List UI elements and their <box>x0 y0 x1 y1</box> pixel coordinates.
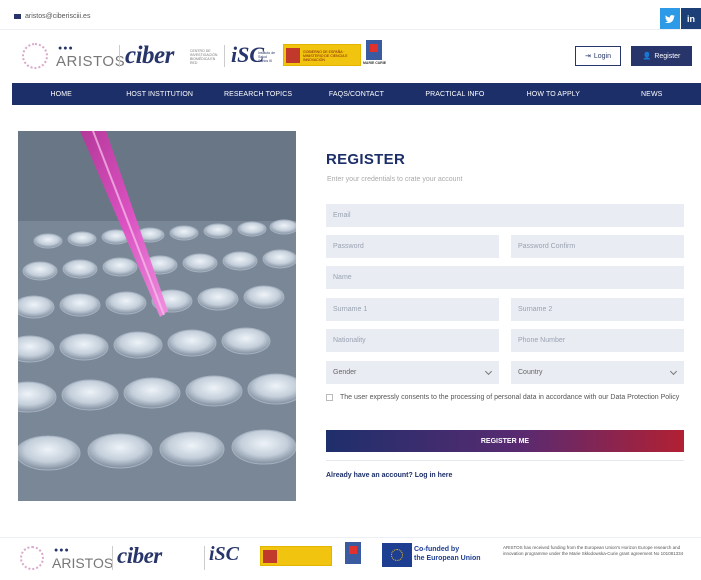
contact-email[interactable]: aristos@ciberisciii.es <box>14 13 90 20</box>
consent-label: The user expressly consents to the proce… <box>340 394 680 401</box>
footer-ministry-logo <box>260 546 332 566</box>
register-button[interactable]: 👤 Register <box>631 46 692 66</box>
cofunded-line-2: the European Union <box>414 555 481 562</box>
linkedin-icon[interactable]: in <box>681 8 701 29</box>
marie-curie-icon <box>366 40 382 60</box>
country-select[interactable]: Country <box>511 361 684 384</box>
eu-stars-icon <box>391 549 403 561</box>
country-select-value: Country <box>518 369 543 376</box>
spain-flag-icon <box>286 48 300 63</box>
logo-divider <box>112 546 113 570</box>
ministry-logo: GOBIERNO DE ESPAÑA · MINISTERIO DE CIENC… <box>283 44 361 66</box>
name-field[interactable]: Name <box>326 266 684 289</box>
logo-divider <box>204 546 205 570</box>
logo-divider <box>119 45 120 67</box>
surname1-field[interactable]: Surname 1 <box>326 298 499 321</box>
login-button-label: Login <box>593 52 611 60</box>
main-nav: HOME HOST INSTITUTION RESEARCH TOPICS FA… <box>12 83 701 105</box>
aristos-flower-icon <box>20 546 44 570</box>
cofunded-line-1: Co-funded by <box>414 546 460 553</box>
lab-pipette-photo <box>18 131 296 501</box>
login-icon: ⇥ <box>584 53 591 60</box>
mail-icon <box>14 14 21 19</box>
eu-flag-icon <box>382 543 412 567</box>
logo-divider <box>224 45 225 67</box>
cofunded-label: Co-funded by the European Union <box>414 545 481 563</box>
well-plate-illustration <box>18 131 296 501</box>
top-bar: aristos@ciberisciii.es in <box>0 8 701 30</box>
funding-note: ARISTOS has received funding from the Eu… <box>503 545 684 556</box>
password-confirm-field[interactable]: Password Confirm <box>511 235 684 258</box>
ministry-text: GOBIERNO DE ESPAÑA · MINISTERIO DE CIENC… <box>303 50 348 62</box>
surname2-field[interactable]: Surname 2 <box>511 298 684 321</box>
login-button[interactable]: ⇥ Login <box>575 46 621 66</box>
gender-select[interactable]: Gender <box>326 361 499 384</box>
ciber-subtitle: CENTRO DE INVESTIGACIÓN BIOMÉDICA EN RED <box>190 49 218 65</box>
nav-item-news[interactable]: NEWS <box>603 83 701 105</box>
page-subtitle: Enter your credentials to crate your acc… <box>327 176 463 183</box>
footer-aristos-logo: ARISTOS <box>52 555 114 571</box>
nav-item-practical-info[interactable]: PRACTICAL INFO <box>406 83 504 105</box>
password-field[interactable]: Password <box>326 235 499 258</box>
footer-ciber-logo: ciber <box>117 543 162 568</box>
register-button-label: Register <box>654 52 681 60</box>
spain-flag-icon <box>263 550 277 563</box>
nav-item-how-to-apply[interactable]: HOW TO APPLY <box>504 83 602 105</box>
aristos-dots-icon: ●●● <box>58 45 74 52</box>
consent-checkbox[interactable] <box>326 394 333 401</box>
site-header: ●●● ARISTOS ciber CENTRO DE INVESTIGACIÓ… <box>0 31 701 81</box>
chevron-down-icon <box>484 367 493 375</box>
isc-subtitle: Instituto de Salud Carlos III <box>258 51 276 63</box>
phone-field[interactable]: Phone Number <box>511 329 684 352</box>
nav-item-home[interactable]: HOME <box>12 83 110 105</box>
footer-isc-logo: iSC <box>209 543 240 565</box>
nav-item-host-institution[interactable]: HOST INSTITUTION <box>110 83 208 105</box>
aristos-logo[interactable]: ARISTOS <box>56 53 125 70</box>
page-title: REGISTER <box>326 151 406 168</box>
add-user-icon: 👤 <box>642 53 652 60</box>
footer-marie-curie-icon <box>345 542 361 564</box>
nav-item-research-topics[interactable]: RESEARCH TOPICS <box>209 83 307 105</box>
nationality-field[interactable]: Nationality <box>326 329 499 352</box>
register-me-button[interactable]: REGISTER ME <box>326 430 684 452</box>
gender-select-value: Gender <box>333 369 357 376</box>
site-footer: ●●● ARISTOS ciber iSC Co-funded by the E… <box>0 537 701 580</box>
email-field[interactable]: Email <box>326 204 684 227</box>
contact-email-text: aristos@ciberisciii.es <box>25 13 91 20</box>
aristos-flower-icon <box>22 43 48 69</box>
twitter-icon[interactable] <box>660 8 680 29</box>
ciber-logo[interactable]: ciber <box>125 42 174 70</box>
aristos-dots-icon: ●●● <box>54 547 70 554</box>
marie-curie-caption: MARIE CURIE <box>363 61 387 65</box>
login-link[interactable]: Already have an account? Log in here <box>326 472 452 479</box>
nav-item-faqs-contact[interactable]: FAQS/CONTACT <box>307 83 405 105</box>
chevron-down-icon <box>669 367 678 375</box>
divider <box>326 460 684 461</box>
